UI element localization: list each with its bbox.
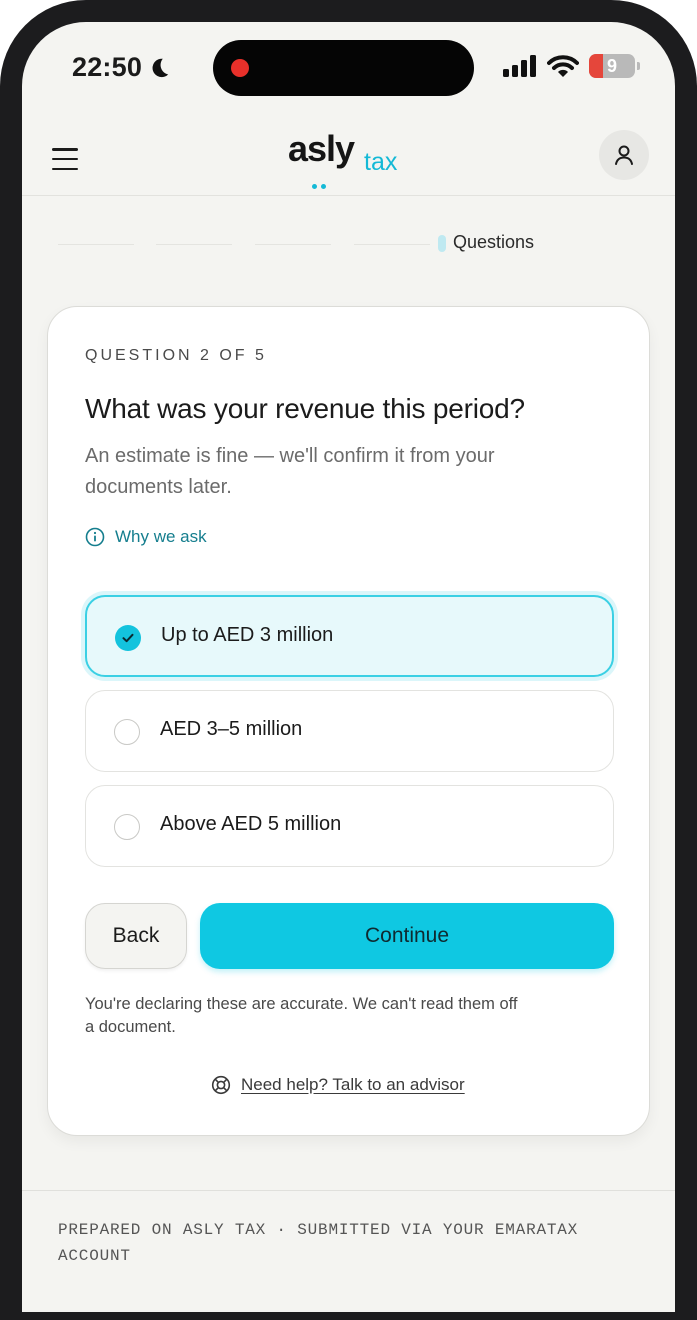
- moon-icon: [152, 58, 169, 77]
- option-label: Above AED 5 million: [160, 813, 342, 835]
- logo-wordmark: asly: [288, 128, 355, 169]
- footer-note: PREPARED ON ASLY TAX · SUBMITTED VIA YOU…: [58, 1221, 579, 1265]
- current-step-indicator: [438, 235, 446, 252]
- battery-icon: 9: [589, 54, 640, 78]
- progress-steps: Questions: [22, 230, 675, 260]
- radio-unchecked-icon: [114, 814, 140, 840]
- continue-button[interactable]: Continue: [200, 903, 614, 969]
- progress-step: [255, 244, 331, 245]
- question-counter: QUESTION 2 OF 5: [85, 347, 267, 364]
- menu-icon[interactable]: [52, 146, 78, 172]
- footer: PREPARED ON ASLY TAX · SUBMITTED VIA YOU…: [22, 1190, 675, 1312]
- dynamic-island: [213, 40, 474, 96]
- status-indicators: 9: [503, 54, 640, 78]
- revenue-option-up-to-3m[interactable]: Up to AED 3 million: [85, 595, 614, 677]
- progress-step: [58, 244, 134, 245]
- screen: 22:50 9 asly tax Questions QUESTION 2 OF…: [22, 22, 675, 1312]
- account-button[interactable]: [599, 130, 649, 180]
- checkmark-icon: [122, 633, 134, 643]
- revenue-option-3-5m[interactable]: AED 3–5 million: [85, 690, 614, 772]
- logo-suffix: tax: [364, 148, 398, 176]
- help-advisor-link[interactable]: Need help? Talk to an advisor: [211, 1075, 465, 1095]
- radio-checked-icon: [115, 625, 141, 651]
- status-time-text: 22:50: [72, 52, 143, 82]
- option-label: AED 3–5 million: [160, 718, 303, 740]
- phone-frame: 22:50 9 asly tax Questions QUESTION 2 OF…: [0, 0, 697, 1320]
- battery-percent: 9: [606, 56, 617, 76]
- question-title: What was your revenue this period?: [85, 393, 525, 424]
- why-we-ask-link[interactable]: Why we ask: [85, 527, 207, 547]
- wifi-icon: [547, 55, 579, 77]
- recording-dot-icon: [231, 59, 249, 77]
- question-card: QUESTION 2 OF 5 What was your revenue th…: [47, 306, 650, 1136]
- option-label: Up to AED 3 million: [161, 624, 334, 646]
- info-icon: [85, 527, 105, 547]
- question-subtitle: An estimate is fine — we'll confirm it f…: [85, 445, 495, 498]
- radio-unchecked-icon: [114, 719, 140, 745]
- revenue-option-above-5m[interactable]: Above AED 5 million: [85, 785, 614, 867]
- user-icon: [615, 145, 633, 165]
- progress-step: [354, 244, 430, 245]
- progress-step: [156, 244, 232, 245]
- why-we-ask-label: Why we ask: [115, 527, 207, 546]
- app-header: asly tax: [22, 126, 675, 196]
- cellular-signal-icon: [503, 55, 536, 77]
- back-button[interactable]: Back: [85, 903, 187, 969]
- current-step-label: Questions: [453, 232, 535, 252]
- declaration-note: You're declaring these are accurate. We …: [85, 995, 518, 1036]
- help-advisor-label: Need help? Talk to an advisor: [241, 1075, 465, 1094]
- status-time: 22:50: [72, 52, 172, 83]
- lifebuoy-icon: [211, 1075, 231, 1095]
- logo-dots-icon: [312, 184, 326, 190]
